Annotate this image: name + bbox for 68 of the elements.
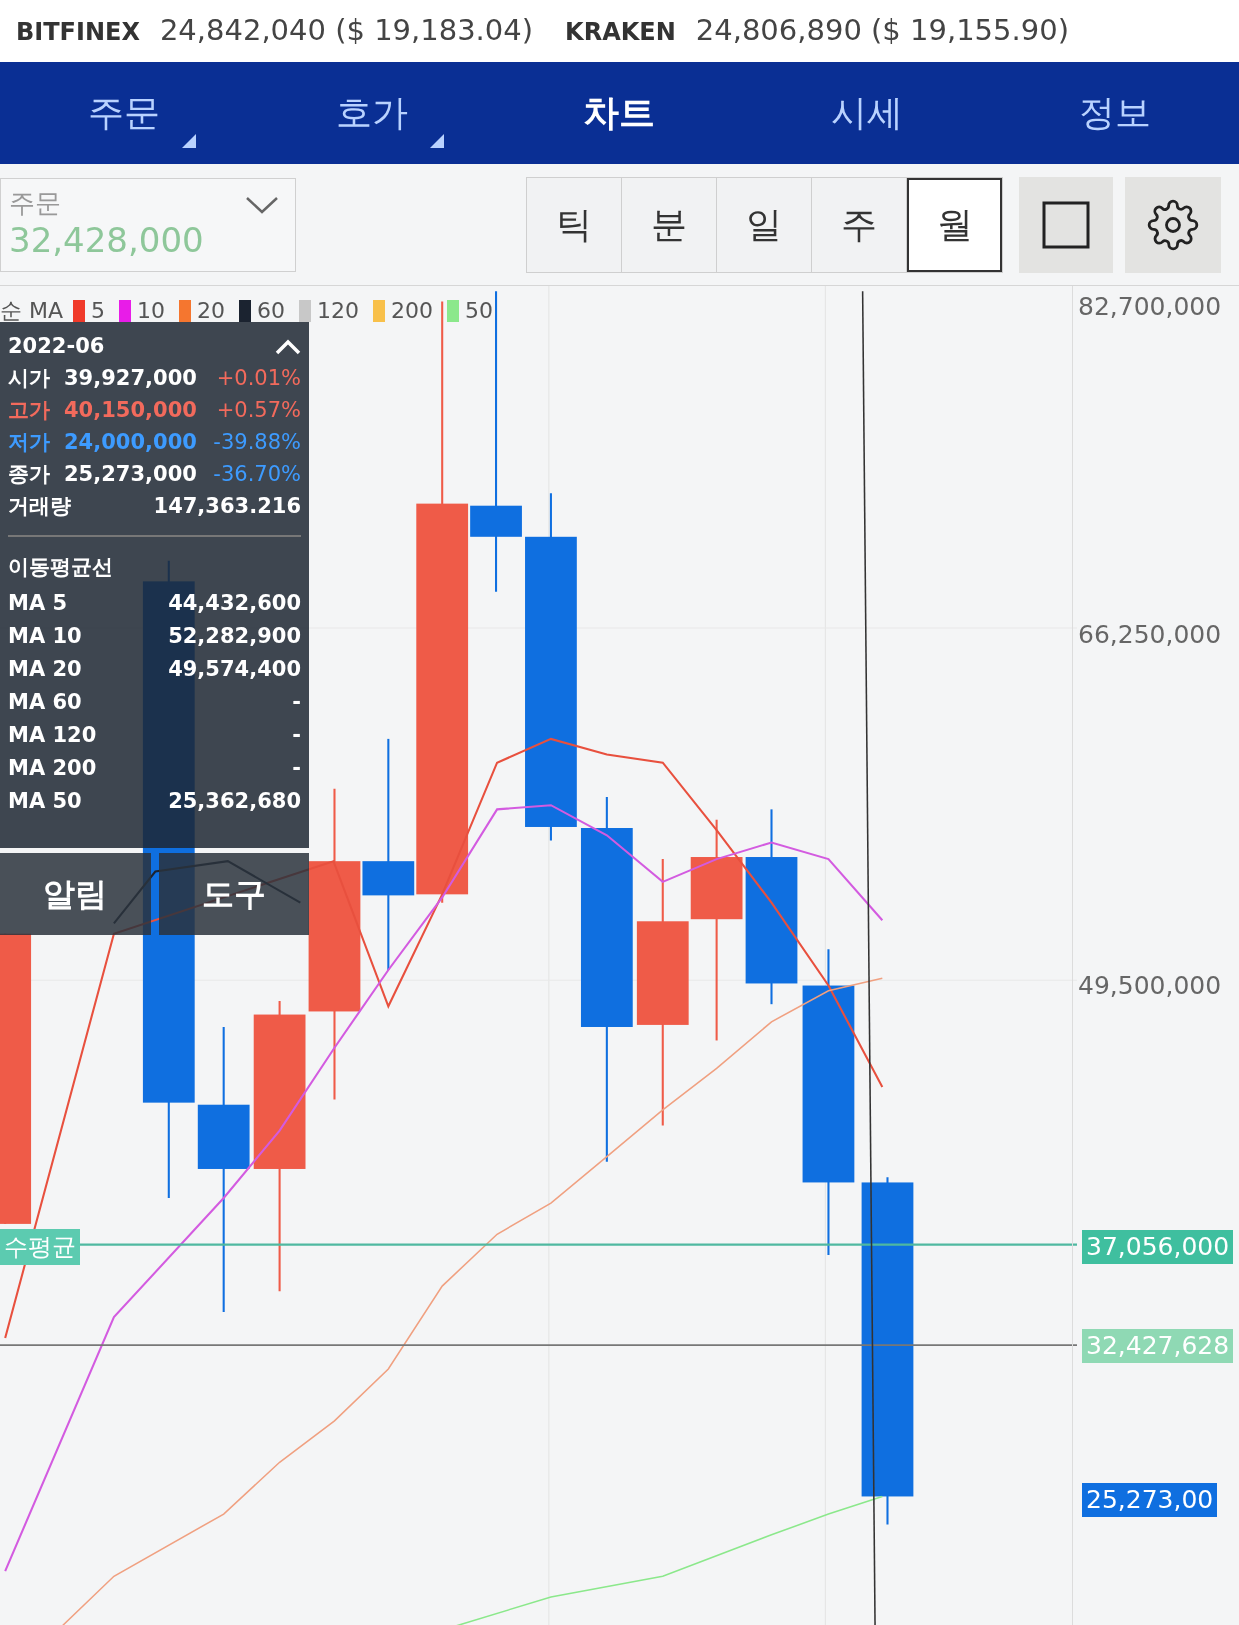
- legend-text: 200: [391, 297, 434, 325]
- row-change: -39.88%: [212, 429, 301, 457]
- period-tab[interactable]: 월: [907, 177, 1002, 272]
- average-price-label: 수평균: [0, 1229, 80, 1265]
- nav-tab[interactable]: 주문: [0, 62, 248, 164]
- row-change: +0.01%: [215, 365, 301, 393]
- axis-label: 66,250,000: [1078, 619, 1222, 651]
- period-tab[interactable]: 분: [622, 177, 717, 272]
- legend-text: 60: [257, 297, 286, 325]
- row-value: 147,363.216: [153, 493, 301, 521]
- legend-text: 10: [137, 297, 166, 325]
- square-icon: [1042, 200, 1090, 249]
- row-label: MA 50: [8, 787, 82, 815]
- fullscreen-button[interactable]: [1019, 176, 1113, 273]
- row-value: 25,362,680: [168, 787, 301, 815]
- nav-tab[interactable]: 차트: [495, 62, 744, 164]
- row-label: MA 200: [8, 754, 97, 782]
- row-value: 25,273,000: [64, 461, 198, 489]
- field-value: 32,428,000: [9, 219, 205, 262]
- legend-text: 50: [465, 297, 494, 325]
- field-label: 주문: [9, 186, 61, 219]
- price-tag: 32,427,628: [1082, 1329, 1234, 1363]
- row-value: -: [292, 754, 301, 782]
- period-tab[interactable]: 일: [717, 177, 812, 272]
- chevron-down-icon: [245, 194, 279, 215]
- panel-button[interactable]: 알림: [0, 853, 151, 935]
- row-label: 종가: [8, 461, 51, 489]
- legend-text: 20: [197, 297, 226, 325]
- section-title: 이동평균선: [8, 554, 114, 582]
- price-tag: 25,273,00: [1082, 1483, 1218, 1517]
- nav-tab[interactable]: 정보: [991, 62, 1239, 164]
- period-tab[interactable]: 틱: [527, 177, 622, 272]
- legend-text: 5: [91, 297, 106, 325]
- legend-text: 120: [317, 297, 360, 325]
- row-value: 24,000,000: [64, 429, 198, 457]
- panel-button[interactable]: 도구: [158, 853, 309, 935]
- row-change: -36.70%: [212, 461, 301, 489]
- exchange-price: 24,842,040 ($ 19,183.04): [159, 12, 534, 50]
- settings-button[interactable]: [1125, 176, 1221, 273]
- price-tag: 37,056,000: [1082, 1230, 1234, 1264]
- row-value: -: [292, 688, 301, 716]
- row-label: 시가: [8, 365, 51, 393]
- row-label: MA 20: [8, 655, 82, 683]
- period-date: 2022-06: [8, 332, 105, 360]
- axis-label: 82,700,000: [1078, 291, 1222, 323]
- exchange-name: KRAKEN: [565, 17, 676, 49]
- row-value: 40,150,000: [64, 397, 198, 425]
- exchange-price: 24,806,890 ($ 19,155.90): [695, 12, 1069, 50]
- row-value: 39,927,000: [64, 365, 198, 393]
- row-change: +0.57%: [215, 397, 301, 425]
- axis-label: 49,500,000: [1078, 970, 1222, 1002]
- legend-label: 순 MA: [0, 297, 64, 325]
- row-label: 거래량: [8, 493, 71, 521]
- row-value: -: [292, 721, 301, 749]
- row-label: MA 10: [8, 622, 82, 650]
- nav-tab[interactable]: 시세: [743, 62, 992, 164]
- row-value: 49,574,400: [168, 655, 301, 683]
- settings-icon: [1147, 198, 1199, 251]
- row-value: 52,282,900: [168, 622, 301, 650]
- row-label: MA 120: [8, 721, 97, 749]
- nav-tab[interactable]: 호가: [247, 62, 496, 164]
- row-value: 44,432,600: [168, 589, 301, 617]
- row-label: 저가: [8, 429, 51, 457]
- exchange-name: BITFINEX: [16, 17, 140, 49]
- row-label: MA 60: [8, 688, 82, 716]
- collapse-icon[interactable]: [275, 338, 301, 355]
- row-label: 고가: [8, 397, 51, 425]
- row-label: MA 5: [8, 589, 68, 617]
